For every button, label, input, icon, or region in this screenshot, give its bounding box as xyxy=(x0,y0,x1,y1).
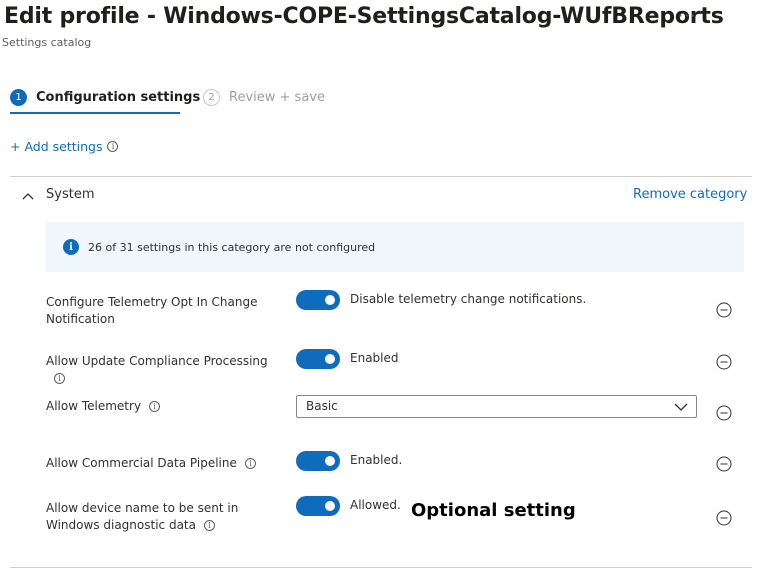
section-divider xyxy=(10,567,752,568)
page-header: Edit profile - Windows-COPE-SettingsCata… xyxy=(2,4,762,56)
minus-circle-icon[interactable] xyxy=(716,510,732,526)
toggle-update-compliance[interactable] xyxy=(296,349,340,369)
tab-review-save[interactable]: 2 Review + save xyxy=(203,86,325,108)
more-options-icon[interactable]: ··· xyxy=(678,6,696,25)
optional-setting-annotation: Optional setting xyxy=(411,500,576,521)
remove-category-link[interactable]: Remove category xyxy=(633,187,747,202)
setting-value-device-name: Allowed. xyxy=(350,498,401,512)
minus-circle-icon[interactable] xyxy=(716,456,732,472)
toggle-device-name[interactable] xyxy=(296,496,340,516)
banner-text: 26 of 31 settings in this category are n… xyxy=(88,240,376,254)
info-filled-icon: i xyxy=(63,239,79,255)
info-icon[interactable]: i xyxy=(107,141,119,152)
minus-circle-icon[interactable] xyxy=(716,354,732,370)
chevron-up-icon[interactable] xyxy=(20,188,36,204)
info-icon[interactable]: i xyxy=(149,401,161,412)
wizard-steps: 1 Configuration settings 2 Review + save xyxy=(10,86,410,116)
add-settings-label: + Add settings xyxy=(10,139,103,154)
setting-label-allow-telemetry: Allow Telemetry i xyxy=(46,398,276,415)
minus-circle-icon[interactable] xyxy=(716,405,732,421)
info-icon[interactable]: i xyxy=(54,373,65,384)
toggle-commercial-data[interactable] xyxy=(296,451,340,471)
info-icon[interactable]: i xyxy=(203,520,215,531)
setting-label-telemetry-opt-in: Configure Telemetry Opt In Change Notifi… xyxy=(46,294,276,328)
step-label-review: Review + save xyxy=(229,89,325,105)
setting-label-update-compliance: Allow Update Compliance Processing i xyxy=(46,353,276,387)
category-name: System xyxy=(46,187,95,202)
step-number-2: 2 xyxy=(203,88,220,106)
step-label-configuration: Configuration settings xyxy=(36,89,201,105)
section-divider xyxy=(10,176,752,177)
chevron-down-icon xyxy=(674,403,688,411)
page-subtitle: Settings catalog xyxy=(2,36,92,49)
minus-circle-icon[interactable] xyxy=(716,302,732,318)
dropdown-selected-value: Basic xyxy=(306,399,338,413)
step-number-1: 1 xyxy=(10,88,27,106)
setting-label-device-name: Allow device name to be sent in Windows … xyxy=(46,500,246,534)
info-icon[interactable]: i xyxy=(244,458,256,469)
toggle-telemetry-opt-in[interactable] xyxy=(296,290,340,310)
setting-label-text: Allow Update Compliance Processing xyxy=(46,354,268,368)
active-step-indicator xyxy=(10,112,180,114)
setting-label-text: Configure Telemetry Opt In Change Notifi… xyxy=(46,295,258,326)
tab-configuration-settings[interactable]: 1 Configuration settings xyxy=(10,86,200,108)
allow-telemetry-dropdown[interactable]: Basic xyxy=(296,395,697,418)
setting-value-update-compliance: Enabled xyxy=(350,351,399,365)
setting-label-commercial-data: Allow Commercial Data Pipeline i xyxy=(46,455,276,472)
setting-label-text: Allow Commercial Data Pipeline xyxy=(46,456,237,470)
page-title: Edit profile - Windows-COPE-SettingsCata… xyxy=(4,4,724,29)
info-banner: i 26 of 31 settings in this category are… xyxy=(46,222,744,272)
setting-label-text: Allow Telemetry xyxy=(46,399,142,413)
add-settings-link[interactable]: + Add settings i xyxy=(10,139,119,154)
setting-value-commercial-data: Enabled. xyxy=(350,453,403,467)
setting-value-telemetry-opt-in: Disable telemetry change notifications. xyxy=(350,292,587,306)
